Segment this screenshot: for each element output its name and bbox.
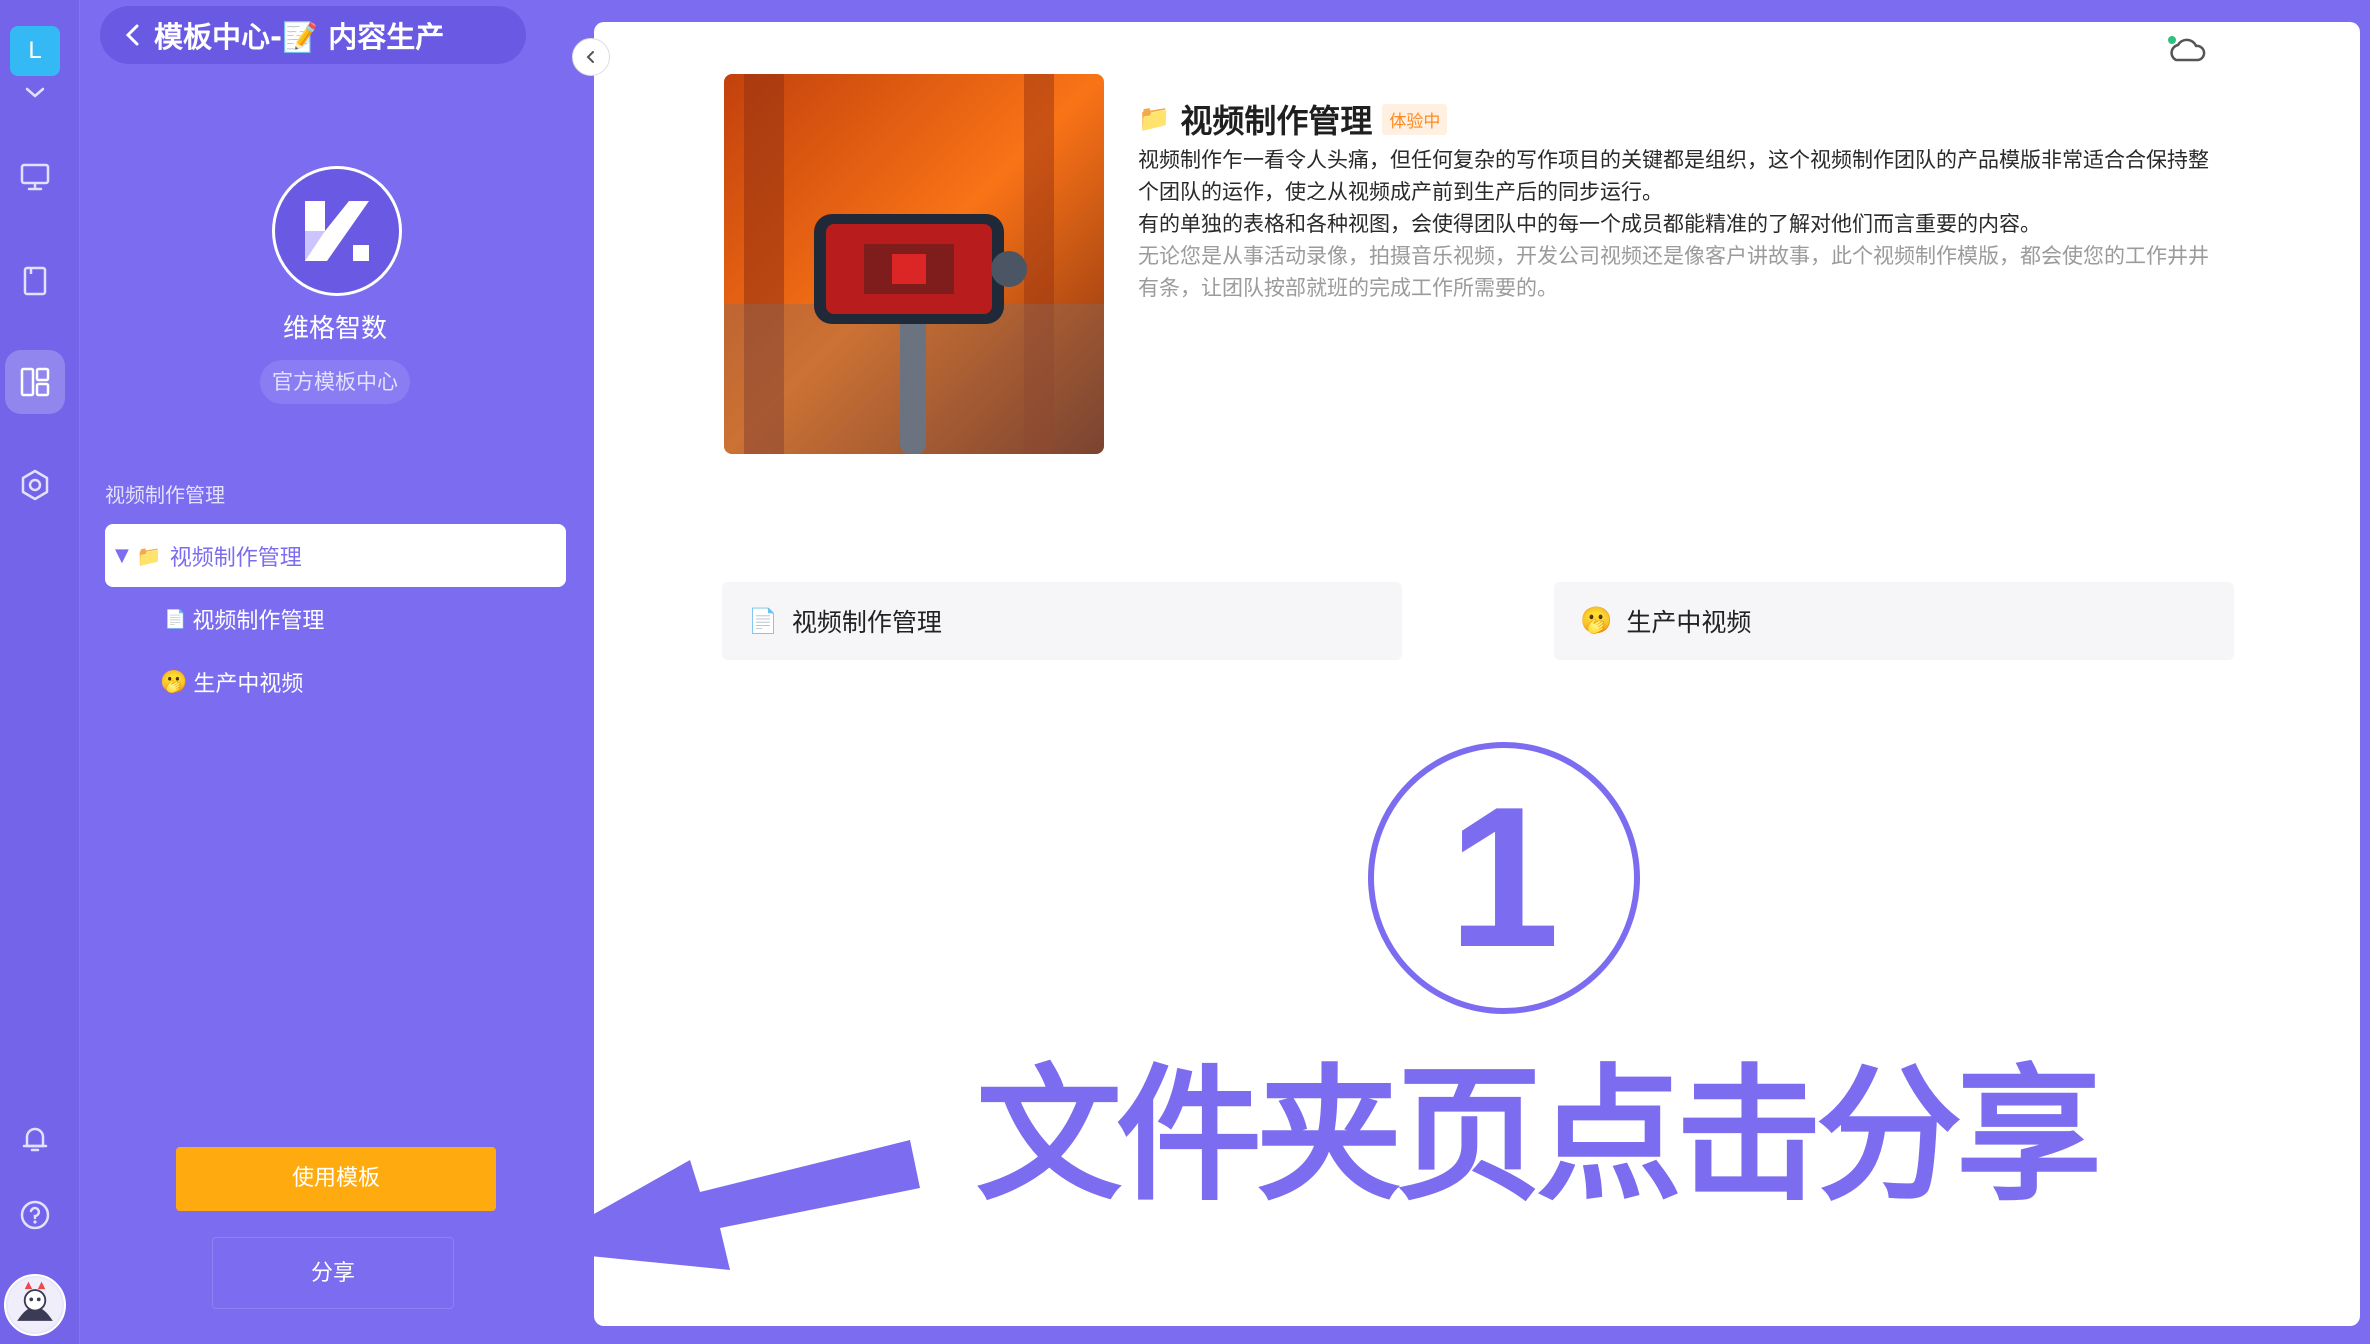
help-icon[interactable] — [14, 1194, 56, 1236]
tree-item-sheet[interactable]: 📄 视频制作管理 — [164, 603, 324, 635]
child-card-production[interactable]: 🫢 生产中视频 — [1554, 582, 2234, 660]
folder-description: 视频制作乍一看令人头痛，但任何复杂的写作项目的关键都是组织，这个视频制作团队的产… — [1138, 144, 2218, 304]
org-logo — [272, 166, 402, 296]
template-sidebar: 模板中心-📝 内容生产 维格智数 官方模板中心 视频制作管理 ▼ 📁 视频制作管… — [80, 0, 590, 1344]
tree-item-folder-selected[interactable]: ▼ 📁 视频制作管理 — [105, 524, 566, 587]
chevron-left-icon[interactable] — [122, 22, 144, 48]
folder-title: 视频制作管理 — [1180, 102, 1373, 140]
sheet-icon: 📄 — [748, 607, 778, 635]
cloud-sync-icon[interactable] — [2162, 30, 2212, 70]
desc-line: 有的单独的表格和各种视图，会使得团队中的每一个成员都能精准的了解对他们而言重要的… — [1138, 212, 2041, 236]
desc-line: 视频制作乍一看令人头痛，但任何复杂的写作项目的关键都是组织，这个视频制作团队的产… — [1138, 148, 2209, 204]
doc-title-row: 📁 视频制作管理 体验中 — [1138, 96, 1448, 142]
share-button[interactable]: 分享 — [212, 1237, 454, 1309]
annotation-text: 文件夹页点击分享 — [976, 1051, 2102, 1221]
folder-icon: 📁 — [1138, 104, 1171, 134]
tree-item-label: 视频制作管理 — [169, 545, 302, 571]
settings-icon[interactable] — [14, 464, 56, 506]
card-label: 生产中视频 — [1626, 608, 1752, 637]
chevron-down-icon[interactable] — [22, 84, 48, 102]
step-number: 1 — [1448, 766, 1560, 989]
collapse-sidebar-button[interactable] — [572, 38, 610, 76]
tree-item-label: 生产中视频 — [193, 672, 304, 697]
folder-icon: 📁 — [136, 543, 162, 568]
caret-down-icon[interactable]: ▼ — [115, 545, 129, 566]
org-badge: 官方模板中心 — [260, 360, 410, 404]
trial-badge: 体验中 — [1382, 103, 1448, 135]
template-icon[interactable] — [14, 361, 56, 403]
page-title: 模板中心-📝 内容生产 — [154, 20, 445, 54]
tree-item-label: 视频制作管理 — [192, 609, 325, 634]
sheet-icon: 📄 — [164, 608, 187, 630]
monitor-icon[interactable] — [14, 156, 56, 198]
arrow-icon — [530, 1140, 920, 1270]
bell-icon[interactable] — [14, 1118, 56, 1160]
face-emoji-icon: 🫢 — [1580, 606, 1613, 636]
icon-rail: L — [0, 0, 80, 1344]
org-name: 维格智数 — [282, 314, 387, 344]
user-avatar[interactable] — [4, 1274, 66, 1336]
space-avatar[interactable]: L — [10, 26, 60, 76]
chevron-left-icon — [586, 51, 594, 63]
cover-image — [724, 74, 1104, 454]
document-icon[interactable] — [14, 260, 56, 302]
use-template-button[interactable]: 使用模板 — [176, 1147, 496, 1211]
back-header[interactable]: 模板中心-📝 内容生产 — [100, 6, 526, 64]
card-label: 视频制作管理 — [791, 608, 942, 637]
tree-item-production[interactable]: 🫢 生产中视频 — [160, 666, 303, 698]
section-label: 视频制作管理 — [105, 483, 225, 507]
desc-line: 无论您是从事活动录像，拍摄音乐视频，开发公司视频还是像客户讲故事，此个视频制作模… — [1138, 244, 2209, 300]
child-card-sheet[interactable]: 📄 视频制作管理 — [722, 582, 1402, 660]
face-emoji-icon: 🫢 — [160, 669, 188, 695]
